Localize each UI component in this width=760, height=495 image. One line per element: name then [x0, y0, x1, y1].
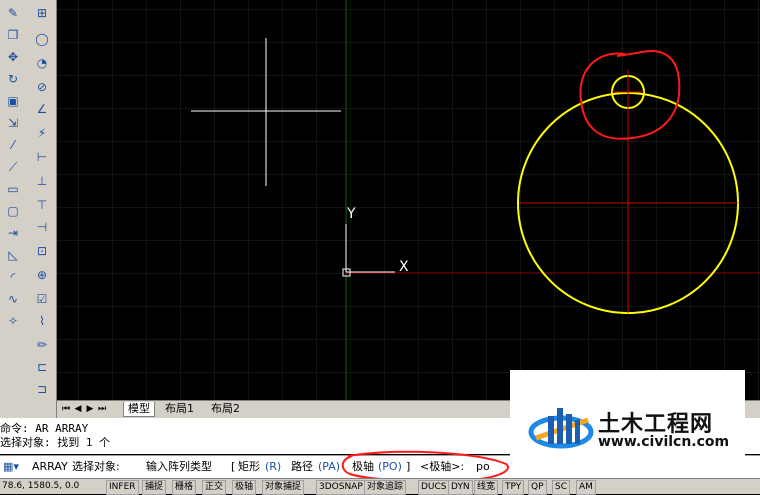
linear-dim-icon[interactable]: ⊢	[32, 148, 52, 166]
grid-lines	[57, 0, 760, 400]
first-tab-icon[interactable]: ⏮	[61, 403, 71, 415]
inspect-icon[interactable]: ⌇	[32, 312, 52, 330]
baseline-dim-icon[interactable]: ⊥	[32, 172, 52, 190]
history-line-2: 选择对象: 找到 1 个	[0, 436, 111, 449]
tab-model[interactable]: 模型	[123, 402, 155, 417]
watermark-logo: 土木工程网 www.civilcn.com	[510, 370, 745, 478]
canvas-svg: Y X	[57, 0, 760, 400]
arc-icon[interactable]: ◔	[32, 54, 52, 72]
pencil-icon[interactable]: ✏	[32, 336, 52, 354]
copy-icon[interactable]: ❐	[3, 26, 23, 44]
ucs-y-label: Y	[346, 206, 356, 222]
ellipse-icon[interactable]: ⊘	[32, 78, 52, 96]
option-rect-key[interactable]: (R)	[265, 460, 281, 474]
ucs-x-label: X	[399, 259, 409, 275]
status-bar: 78.6, 1580.5, 0.0 INFER 捕捉 栅格 正交 极轴 对象捕捉…	[0, 478, 760, 495]
dim-edit-icon[interactable]: ⊏	[32, 358, 52, 376]
draw-toolbar: ⊞ ◯ ◔ ⊘ ∠ ⚡ ⊢ ⊥ ⊤ ⊣ ⊡ ⊕ ☑ ⌇ ✏ ⊏ ⊐	[29, 0, 57, 418]
angle-icon[interactable]: ∠	[32, 100, 52, 118]
dim-style-icon[interactable]: ⊐	[32, 380, 52, 398]
center-mark-icon[interactable]: ⊕	[32, 266, 52, 284]
tolerance-icon[interactable]: ⊡	[32, 242, 52, 260]
modify-toolbar: ✎ ❐ ✥ ↻ ▣ ⇲ ⁄ ⟋ ▭ ▢ ⇥ ◺ ◜ ∿ ✧	[0, 0, 30, 418]
command-name: ARRAY	[32, 460, 68, 473]
tab-layout2[interactable]: 布局2	[207, 402, 244, 416]
break-icon[interactable]: ▭	[3, 180, 23, 198]
command-prompt: 选择对象:	[72, 460, 120, 473]
building-logo-icon	[528, 408, 594, 449]
option-path-label[interactable]: 路径	[291, 460, 313, 474]
rotate-icon[interactable]: ↻	[3, 70, 23, 88]
join-icon[interactable]: ▢	[3, 202, 23, 220]
continue-dim-icon[interactable]: ⊤	[32, 196, 52, 214]
circle-icon[interactable]: ◯	[32, 30, 52, 48]
fillet-icon[interactable]: ◜	[3, 268, 23, 286]
check-icon[interactable]: ☑	[32, 290, 52, 308]
ordinate-dim-icon[interactable]: ⊣	[32, 218, 52, 236]
coordinate-readout: 78.6, 1580.5, 0.0	[2, 481, 80, 491]
option-rect-label[interactable]: 矩形	[238, 460, 260, 474]
next-tab-icon[interactable]: ▶	[85, 403, 95, 415]
extend-icon[interactable]: ⟋	[3, 158, 23, 176]
scale-icon[interactable]: ▣	[3, 92, 23, 110]
history-line-1: 命令: AR ARRAY	[0, 422, 89, 435]
command-line-grip-icon[interactable]: ▦▾	[3, 460, 19, 474]
lightning-icon[interactable]: ⚡	[32, 124, 52, 142]
spline-icon[interactable]: ∿	[3, 290, 23, 308]
stretch-icon[interactable]: ⇲	[3, 114, 23, 132]
command-prompt-2: 输入阵列类型	[146, 460, 212, 473]
prev-tab-icon[interactable]: ◀	[73, 403, 83, 415]
chamfer-icon[interactable]: ◺	[3, 246, 23, 264]
last-tab-icon[interactable]: ⏭	[97, 403, 107, 415]
offset-icon[interactable]: ⇥	[3, 224, 23, 242]
drawing-canvas[interactable]: Y X	[57, 0, 760, 400]
grid-snap-icon[interactable]: ⊞	[32, 4, 52, 22]
move-icon[interactable]: ✥	[3, 48, 23, 66]
erase-icon[interactable]: ✎	[3, 4, 23, 22]
explode-icon[interactable]: ✧	[3, 312, 23, 330]
watermark-url: www.civilcn.com	[598, 434, 730, 450]
bracket-open: [	[231, 460, 236, 473]
option-path-key[interactable]: (PA)	[318, 460, 340, 474]
tab-layout1[interactable]: 布局1	[161, 402, 198, 416]
trim-icon[interactable]: ⁄	[3, 136, 23, 154]
